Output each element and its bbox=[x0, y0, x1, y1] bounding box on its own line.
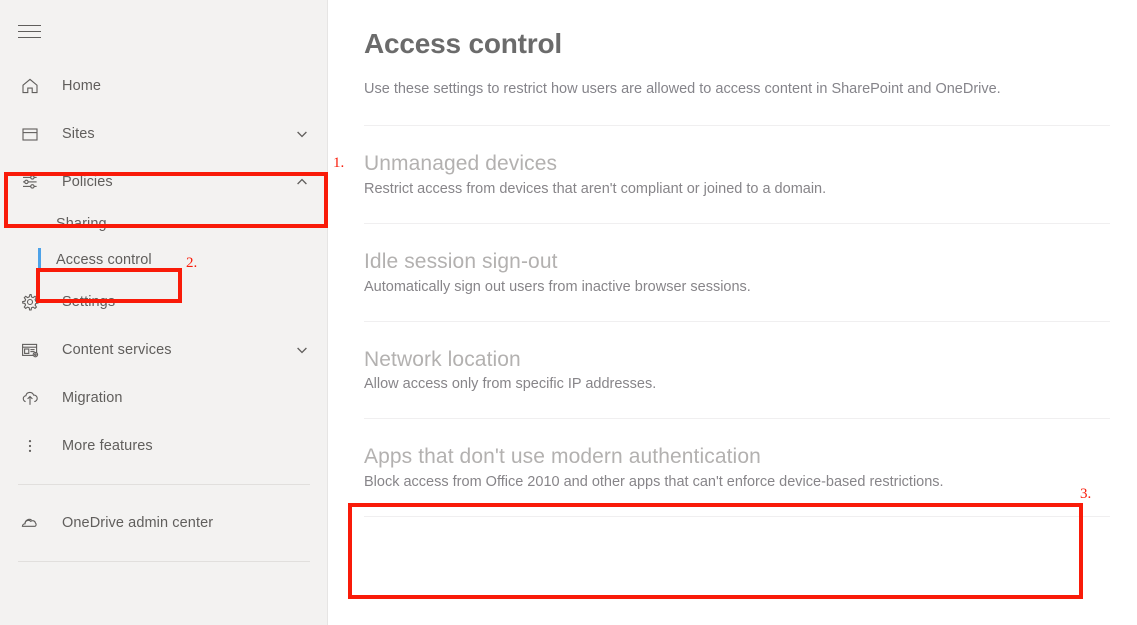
sidebar-divider bbox=[18, 484, 310, 485]
card-apps-modern-auth[interactable]: Apps that don't use modern authenticatio… bbox=[364, 419, 1110, 516]
home-icon bbox=[18, 74, 42, 98]
sidebar-item-list: Home Sites Policies Sharing Access contr… bbox=[0, 62, 328, 576]
chevron-down-icon[interactable] bbox=[294, 342, 310, 358]
cloud-upload-icon bbox=[18, 386, 42, 410]
card-title: Idle session sign-out bbox=[364, 249, 558, 273]
sidebar-item-sites[interactable]: Sites bbox=[0, 110, 328, 158]
sidebar-item-label: More features bbox=[62, 438, 153, 454]
hamburger-line bbox=[18, 24, 41, 26]
card-description: Allow access only from specific IP addre… bbox=[364, 376, 657, 393]
sidebar-item-label: Sharing bbox=[56, 216, 107, 232]
sidebar-item-label: Home bbox=[62, 78, 102, 94]
sidebar-divider bbox=[18, 561, 310, 562]
sidebar-item-content-services[interactable]: Content services bbox=[0, 326, 328, 374]
main-content: Access control Use these settings to res… bbox=[328, 0, 1137, 625]
sidebar-item-more-features[interactable]: More features bbox=[0, 422, 328, 470]
hamburger-menu-icon[interactable] bbox=[18, 19, 50, 43]
sidebar-item-label: Content services bbox=[62, 342, 172, 358]
policies-sliders-icon bbox=[18, 170, 42, 194]
sidebar-item-label: Migration bbox=[62, 390, 123, 406]
sidebar-item-access-control[interactable]: Access control bbox=[0, 242, 328, 278]
sidebar-item-label: Settings bbox=[62, 294, 116, 310]
sidebar-item-sharing[interactable]: Sharing bbox=[0, 206, 328, 242]
card-idle-session-sign-out[interactable]: Idle session sign-out Automatically sign… bbox=[364, 224, 1110, 321]
card-network-location[interactable]: Network location Allow access only from … bbox=[364, 322, 1110, 419]
more-dots-icon bbox=[18, 434, 42, 458]
sites-icon bbox=[18, 122, 42, 146]
chevron-up-icon[interactable] bbox=[294, 174, 310, 190]
card-title: Unmanaged devices bbox=[364, 152, 558, 175]
card-unmanaged-devices[interactable]: Unmanaged devices Restrict access from d… bbox=[364, 126, 1110, 223]
page-title: Access control bbox=[364, 28, 562, 59]
sidebar-item-label: Policies bbox=[62, 174, 113, 190]
admin-center-page: Home Sites Policies Sharing Access contr… bbox=[0, 0, 1137, 625]
card-description: Automatically sign out users from inacti… bbox=[364, 278, 751, 295]
hamburger-line bbox=[18, 30, 41, 32]
card-description: Block access from Office 2010 and other … bbox=[364, 474, 944, 491]
card-divider bbox=[364, 516, 1110, 518]
card-title: Network location bbox=[364, 347, 521, 371]
page-subtitle: Use these settings to restrict how users… bbox=[364, 81, 1001, 97]
sidebar-item-label: Access control bbox=[56, 252, 152, 268]
sidebar-item-label: OneDrive admin center bbox=[62, 515, 214, 531]
hamburger-line bbox=[18, 36, 41, 38]
sidebar-item-onedrive-admin-center[interactable]: OneDrive admin center bbox=[0, 499, 328, 547]
sidebar-item-settings[interactable]: Settings bbox=[0, 278, 328, 326]
sidebar-item-policies[interactable]: Policies bbox=[0, 158, 328, 206]
card-title: Apps that don't use modern authenticatio… bbox=[364, 445, 761, 469]
gear-icon bbox=[18, 290, 42, 314]
content-services-icon bbox=[18, 338, 42, 362]
sidebar-item-label: Sites bbox=[62, 126, 95, 142]
sidebar-navigation: Home Sites Policies Sharing Access contr… bbox=[0, 0, 328, 625]
card-description: Restrict access from devices that aren't… bbox=[364, 180, 827, 197]
sidebar-item-migration[interactable]: Migration bbox=[0, 374, 328, 422]
chevron-down-icon[interactable] bbox=[294, 126, 310, 142]
sidebar-item-home[interactable]: Home bbox=[0, 62, 328, 110]
onedrive-cloud-icon bbox=[18, 511, 42, 535]
